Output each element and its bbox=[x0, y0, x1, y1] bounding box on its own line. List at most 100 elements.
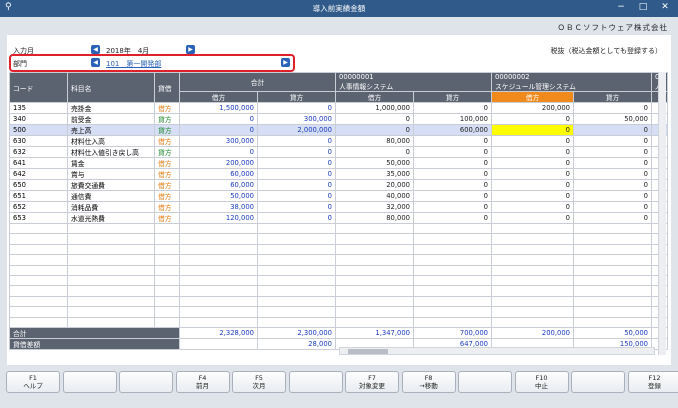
cell-a-c[interactable] bbox=[413, 264, 492, 276]
cell-a-d[interactable] bbox=[335, 316, 414, 328]
cell-dc[interactable]: 借方 bbox=[154, 179, 180, 191]
cell-name[interactable] bbox=[67, 254, 155, 266]
minimize-icon[interactable]: − bbox=[614, 2, 628, 12]
cell-name[interactable]: 水道光熱費 bbox=[67, 212, 155, 224]
cell-code[interactable] bbox=[9, 295, 68, 308]
cell-t-c[interactable] bbox=[257, 274, 336, 287]
cell-b-c[interactable]: 0 bbox=[573, 201, 652, 213]
cell-b-d[interactable]: 0 bbox=[491, 146, 574, 158]
cell-name[interactable] bbox=[67, 222, 155, 235]
cell-b-c[interactable]: 0 bbox=[573, 146, 652, 158]
cell-t-d[interactable] bbox=[179, 243, 258, 256]
table-row[interactable]: 652 消耗品費 借方 38,000 0 32,000 0 0 0 bbox=[9, 201, 668, 213]
fkey-f4-button[interactable]: F4 前月 bbox=[175, 371, 230, 393]
cell-b-d[interactable]: 0 bbox=[491, 124, 574, 136]
fkey-blank-button[interactable] bbox=[119, 371, 173, 393]
cell-a-c[interactable]: 0 bbox=[413, 201, 492, 213]
cell-b-c[interactable]: 0 bbox=[573, 135, 652, 147]
cell-a-c[interactable]: 0 bbox=[413, 157, 492, 169]
cell-a-d[interactable]: 80,000 bbox=[335, 212, 414, 224]
table-row[interactable]: 641 賃金 借方 200,000 0 50,000 0 0 0 bbox=[9, 157, 668, 169]
cell-b-c[interactable] bbox=[573, 295, 652, 308]
cell-a-c[interactable]: 0 bbox=[413, 190, 492, 202]
cell-code[interactable]: 651 bbox=[9, 190, 68, 202]
cell-a-c[interactable]: 0 bbox=[413, 146, 492, 158]
cell-t-c[interactable] bbox=[257, 222, 336, 235]
cell-a-d[interactable] bbox=[335, 222, 414, 235]
cell-t-c[interactable]: 0 bbox=[257, 168, 336, 180]
cell-code[interactable] bbox=[9, 264, 68, 276]
cell-t-c[interactable]: 0 bbox=[257, 201, 336, 213]
cell-a-d[interactable]: 0 bbox=[335, 113, 414, 125]
cell-name[interactable]: 売上高 bbox=[67, 124, 155, 136]
cell-a-d[interactable]: 35,000 bbox=[335, 168, 414, 180]
cell-t-d[interactable]: 0 bbox=[179, 124, 258, 136]
cell-code[interactable]: 652 bbox=[9, 201, 68, 213]
cell-b-d[interactable]: 0 bbox=[491, 179, 574, 191]
cell-a-d[interactable]: 1,000,000 bbox=[335, 102, 414, 114]
cell-t-d[interactable]: 0 bbox=[179, 113, 258, 125]
cell-a-c[interactable]: 0 bbox=[413, 135, 492, 147]
cell-t-c[interactable]: 300,000 bbox=[257, 113, 336, 125]
cell-code[interactable]: 641 bbox=[9, 157, 68, 169]
table-row[interactable]: 653 水道光熱費 借方 120,000 0 80,000 0 0 0 bbox=[9, 212, 668, 224]
fkey-f8-button[interactable]: F8 →移動 bbox=[401, 371, 456, 393]
prev-dept-icon[interactable]: ◀ bbox=[91, 58, 100, 67]
cell-a-d[interactable]: 40,000 bbox=[335, 190, 414, 202]
table-row[interactable] bbox=[9, 306, 668, 318]
vertical-scrollbar[interactable] bbox=[658, 72, 666, 355]
cell-name[interactable] bbox=[67, 233, 155, 245]
cell-b-c[interactable] bbox=[573, 316, 652, 328]
cell-a-d[interactable] bbox=[335, 243, 414, 256]
cell-dc[interactable] bbox=[154, 254, 180, 266]
cell-b-c[interactable]: 0 bbox=[573, 124, 652, 136]
cell-name[interactable]: 通信費 bbox=[67, 190, 155, 202]
fkey-f1-button[interactable]: F1 ヘルプ bbox=[6, 371, 60, 393]
cell-dc[interactable]: 借方 bbox=[154, 102, 180, 114]
cell-t-d[interactable] bbox=[179, 295, 258, 308]
cell-name[interactable] bbox=[67, 274, 155, 287]
cell-dc[interactable]: 借方 bbox=[154, 190, 180, 202]
cell-b-d[interactable]: 0 bbox=[491, 201, 574, 213]
cell-b-d[interactable] bbox=[491, 254, 574, 266]
cell-dc[interactable]: 借方 bbox=[154, 212, 180, 224]
cell-a-c[interactable] bbox=[413, 222, 492, 235]
cell-b-c[interactable] bbox=[573, 254, 652, 266]
cell-t-c[interactable]: 0 bbox=[257, 146, 336, 158]
cell-b-d[interactable] bbox=[491, 274, 574, 287]
cell-b-c[interactable]: 0 bbox=[573, 157, 652, 169]
cell-dc[interactable]: 貸方 bbox=[154, 146, 180, 158]
cell-dc[interactable]: 借方 bbox=[154, 135, 180, 147]
cell-a-c[interactable] bbox=[413, 243, 492, 256]
cell-t-c[interactable]: 0 bbox=[257, 190, 336, 202]
cell-b-d[interactable]: 0 bbox=[491, 135, 574, 147]
cell-b-d[interactable]: 0 bbox=[491, 168, 574, 180]
cell-a-d[interactable]: 20,000 bbox=[335, 179, 414, 191]
maximize-icon[interactable]: □ bbox=[636, 2, 650, 12]
cell-b-d[interactable]: 0 bbox=[491, 113, 574, 125]
table-row[interactable] bbox=[9, 264, 668, 276]
cell-t-d[interactable]: 60,000 bbox=[179, 179, 258, 191]
cell-name[interactable] bbox=[67, 264, 155, 276]
fkey-blank-button[interactable] bbox=[571, 371, 625, 393]
cell-t-d[interactable]: 38,000 bbox=[179, 201, 258, 213]
table-row[interactable]: 651 通信費 借方 50,000 0 40,000 0 0 0 bbox=[9, 190, 668, 202]
cell-name[interactable]: 賃金 bbox=[67, 157, 155, 169]
table-row[interactable] bbox=[9, 274, 668, 287]
cell-name[interactable]: 材料仕入値引き戻し高 bbox=[67, 146, 155, 158]
cell-t-c[interactable]: 0 bbox=[257, 135, 336, 147]
cell-t-d[interactable]: 200,000 bbox=[179, 157, 258, 169]
cell-b-c[interactable] bbox=[573, 264, 652, 276]
cell-t-c[interactable]: 0 bbox=[257, 179, 336, 191]
cell-b-c[interactable]: 0 bbox=[573, 168, 652, 180]
cell-dc[interactable] bbox=[154, 243, 180, 256]
cell-t-c[interactable] bbox=[257, 306, 336, 318]
cell-a-d[interactable] bbox=[335, 295, 414, 308]
cell-t-d[interactable] bbox=[179, 254, 258, 266]
cell-a-d[interactable] bbox=[335, 285, 414, 297]
cell-name[interactable] bbox=[67, 285, 155, 297]
cell-t-d[interactable]: 300,000 bbox=[179, 135, 258, 147]
cell-b-c[interactable] bbox=[573, 285, 652, 297]
cell-code[interactable] bbox=[9, 285, 68, 297]
cell-dc[interactable] bbox=[154, 222, 180, 235]
